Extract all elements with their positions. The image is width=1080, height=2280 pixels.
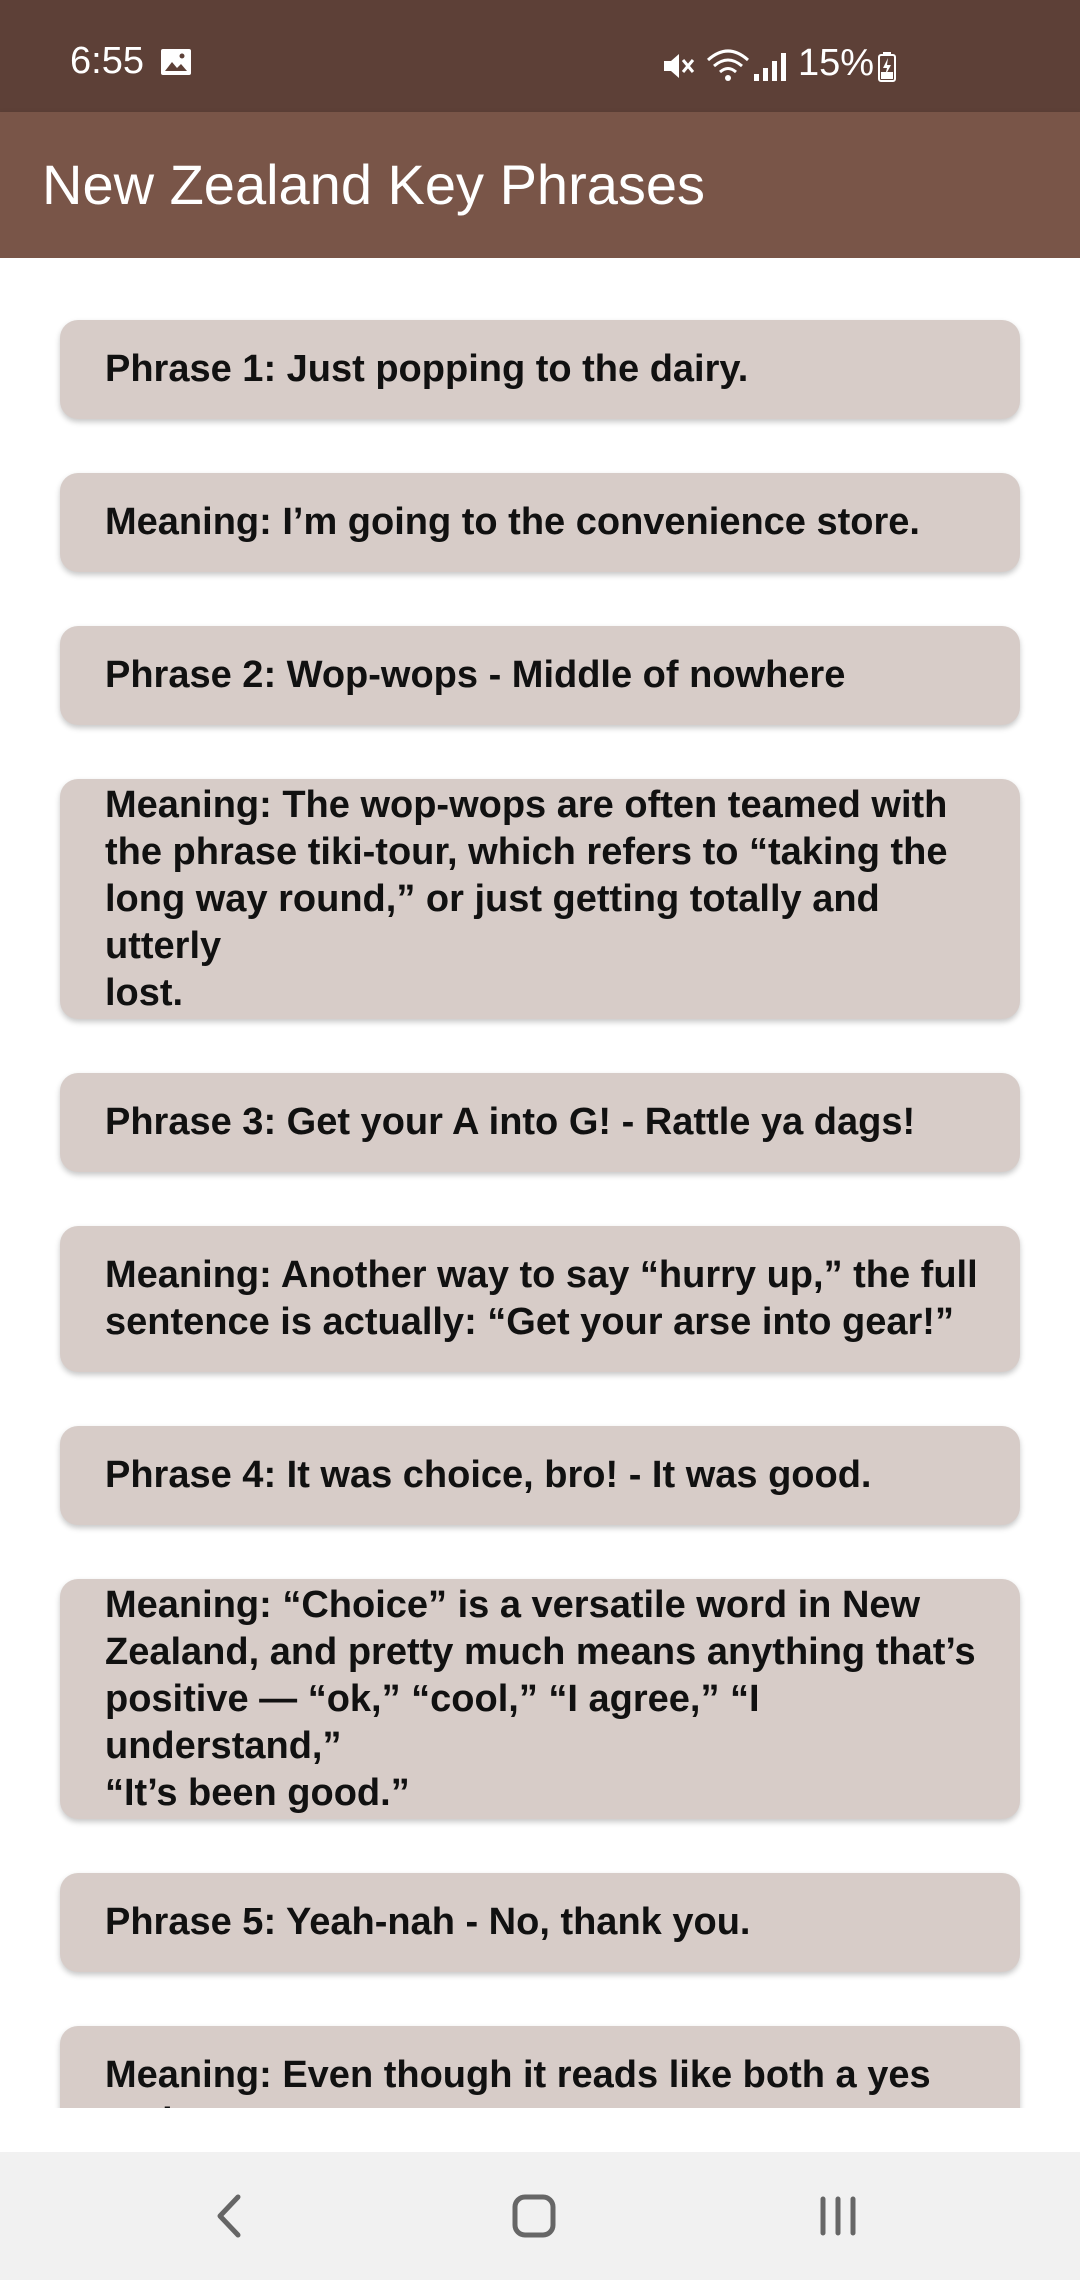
meaning-card[interactable]: Meaning: The wop-wops are often teamed w… bbox=[60, 779, 1020, 1019]
status-time: 6:55 bbox=[70, 40, 144, 82]
meaning-card[interactable]: Meaning: I’m going to the convenience st… bbox=[60, 473, 1020, 572]
phrase-card[interactable]: Phrase 1: Just popping to the dairy. bbox=[60, 320, 1020, 419]
phrase-text: Phrase 3: Get your A into G! - Rattle ya… bbox=[105, 1101, 916, 1143]
home-icon bbox=[512, 2194, 556, 2238]
meaning-card[interactable]: Meaning: “Choice” is a versatile word in… bbox=[60, 1579, 1020, 1819]
phrase-text: Phrase 1: Just popping to the dairy. bbox=[105, 348, 749, 390]
phrase-card[interactable]: Phrase 4: It was choice, bro! - It was g… bbox=[60, 1426, 1020, 1525]
status-bar: 6:55 15% bbox=[0, 0, 1080, 112]
app-bar: New Zealand Key Phrases bbox=[0, 112, 1080, 258]
meaning-text: Meaning: The wop-wops are often teamed w… bbox=[105, 783, 948, 1014]
phrase-text: Phrase 5: Yeah-nah - No, thank you. bbox=[105, 1901, 751, 1943]
recents-icon bbox=[820, 2196, 856, 2236]
mute-icon bbox=[664, 54, 695, 78]
home-button[interactable] bbox=[494, 2176, 574, 2256]
phrase-card[interactable]: Phrase 3: Get your A into G! - Rattle ya… bbox=[60, 1073, 1020, 1172]
meaning-text: Meaning: Another way to say “hurry up,” … bbox=[105, 1254, 978, 1343]
phrase-list[interactable]: Phrase 1: Just popping to the dairy. Mea… bbox=[0, 258, 1080, 2108]
meaning-card[interactable]: Meaning: Even though it reads like both … bbox=[60, 2026, 1020, 2108]
phrase-text: Phrase 4: It was choice, bro! - It was g… bbox=[105, 1454, 872, 1496]
recents-button[interactable] bbox=[798, 2176, 878, 2256]
phrase-card[interactable]: Phrase 5: Yeah-nah - No, thank you. bbox=[60, 1873, 1020, 1972]
phrase-card[interactable]: Phrase 2: Wop-wops - Middle of nowhere bbox=[60, 626, 1020, 725]
meaning-card[interactable]: Meaning: Another way to say “hurry up,” … bbox=[60, 1226, 1020, 1372]
page-title: New Zealand Key Phrases bbox=[42, 153, 706, 216]
battery-percent: 15% bbox=[798, 42, 875, 84]
wifi-icon bbox=[706, 49, 750, 81]
battery-charging-icon bbox=[878, 52, 896, 82]
back-icon bbox=[217, 2194, 241, 2238]
phrase-text: Phrase 2: Wop-wops - Middle of nowhere bbox=[105, 654, 846, 696]
back-button[interactable] bbox=[190, 2176, 270, 2256]
meaning-text: Meaning: “Choice” is a versatile word in… bbox=[105, 1583, 976, 1814]
navigation-bar bbox=[0, 2152, 1080, 2280]
meaning-text: Meaning: Even though it reads like both … bbox=[105, 2054, 931, 2108]
meaning-text: Meaning: I’m going to the convenience st… bbox=[105, 501, 920, 543]
gallery-icon bbox=[161, 49, 191, 75]
signal-icon bbox=[754, 53, 786, 81]
